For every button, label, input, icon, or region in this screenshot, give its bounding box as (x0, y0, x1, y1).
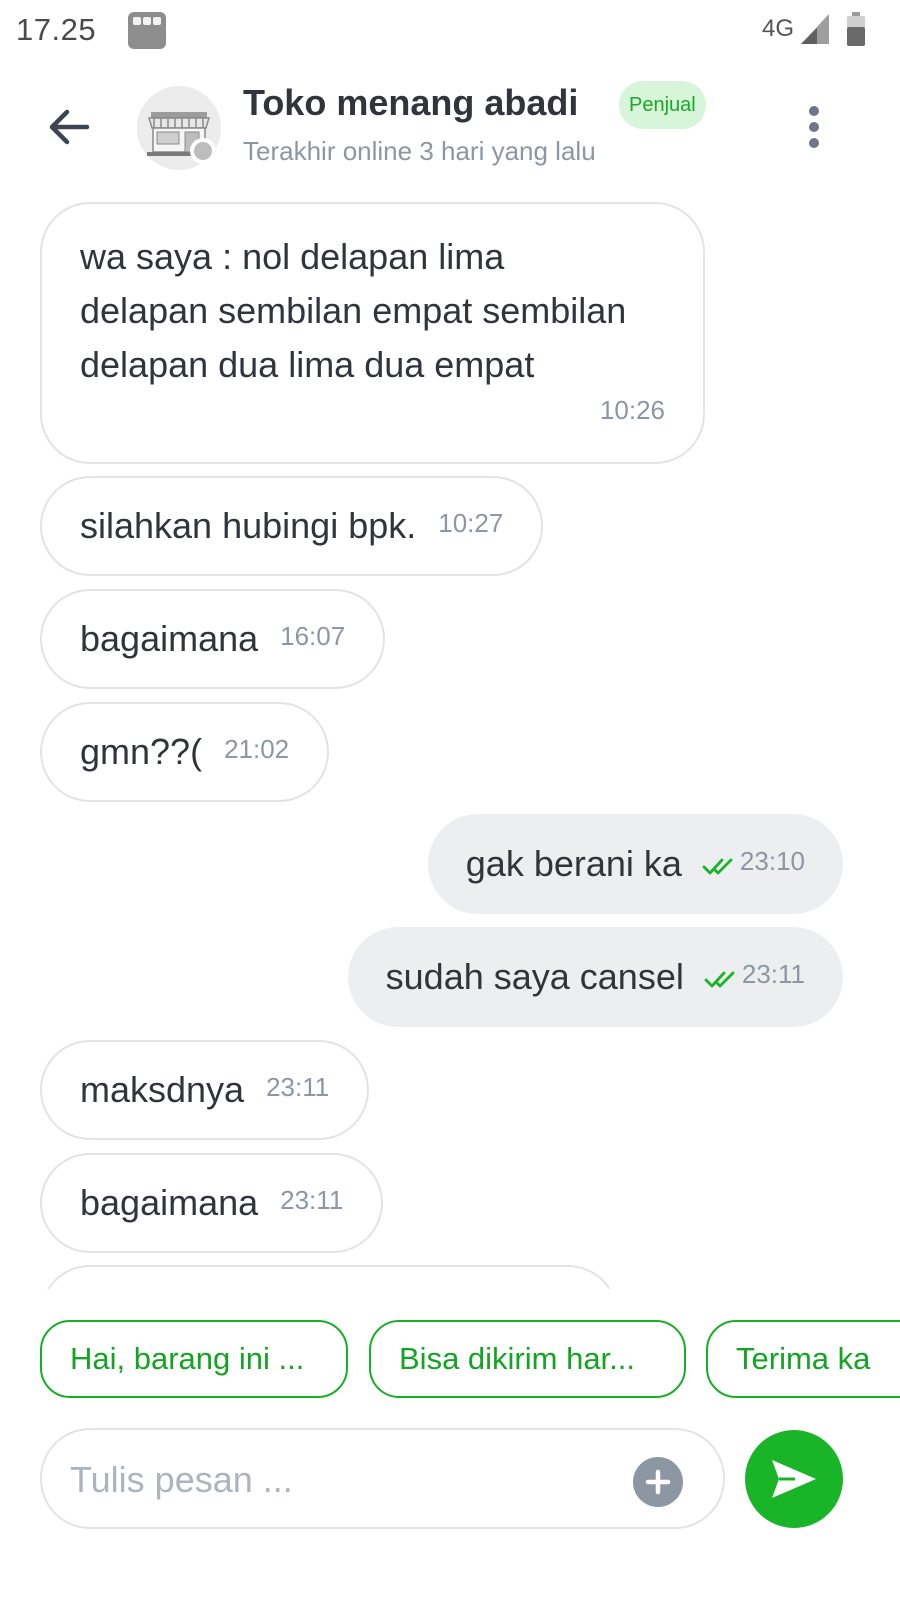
quick-reply-bar: Hai, barang ini ... Bisa dikirim har... … (0, 1320, 900, 1398)
back-button[interactable] (42, 102, 96, 152)
status-bar: 17.25 4G (0, 0, 900, 62)
last-online-status: Terakhir online 3 hari yang lalu (243, 136, 596, 166)
message-time: 23:11 (280, 1184, 344, 1215)
message-bubble-incoming[interactable]: silahkan hubingi bpk. 10:27 (40, 476, 544, 576)
status-time: 17.25 (16, 12, 97, 47)
message-bubble-incoming[interactable]: wa saya : nol delapan lima delapan sembi… (40, 202, 705, 464)
notification-app-icon (128, 12, 166, 49)
online-status-dot (190, 138, 216, 164)
chat-message-list[interactable]: wa saya : nol delapan lima delapan sembi… (0, 196, 900, 1289)
message-bubble-outgoing[interactable]: sudah saya cansel 23:11 (347, 927, 843, 1027)
double-check-icon (704, 956, 736, 998)
message-time: 23:10 (739, 845, 805, 876)
message-bubble-incoming[interactable]: bagaimana 23:11 (40, 1153, 384, 1253)
message-bubble-outgoing[interactable]: gak berani ka 23:10 (427, 814, 843, 914)
message-text: silahkan hubingi bpk. (80, 505, 417, 546)
send-icon (772, 1460, 816, 1498)
message-input[interactable] (70, 1450, 610, 1510)
more-menu-button[interactable] (796, 102, 832, 152)
message-time: 10:27 (438, 507, 504, 538)
message-text: gak berani ka (465, 843, 682, 884)
network-type: 4G (762, 15, 795, 42)
double-check-icon (702, 843, 734, 885)
signal-icon (801, 14, 829, 49)
plus-icon (645, 1469, 671, 1495)
message-bubble-incoming-partial[interactable] (40, 1265, 618, 1289)
arrow-left-icon (49, 109, 90, 145)
message-composer (40, 1428, 725, 1529)
menu-dot (809, 138, 819, 148)
message-time: 23:11 (266, 1071, 330, 1102)
quick-reply-chip[interactable]: Terima ka (706, 1320, 900, 1398)
send-button[interactable] (745, 1430, 843, 1528)
message-time: 21:02 (224, 733, 290, 764)
chat-header: Toko menang abadi Penjual Terakhir onlin… (0, 62, 900, 194)
message-text: bagaimana (80, 618, 259, 659)
message-text: sudah saya cansel (385, 956, 684, 997)
message-text: bagaimana (80, 1182, 259, 1223)
shop-name[interactable]: Toko menang abadi (243, 82, 578, 124)
message-time: 16:07 (280, 620, 346, 651)
message-bubble-incoming[interactable]: maksdnya 23:11 (40, 1040, 370, 1140)
message-text: wa saya : nol delapan lima delapan sembi… (80, 236, 627, 385)
quick-reply-chip[interactable]: Hai, barang ini ... (40, 1320, 348, 1398)
battery-icon (846, 12, 866, 46)
message-text: gmn??( (80, 731, 203, 772)
more-vertical-icon (809, 106, 819, 116)
message-time: 23:11 (741, 958, 805, 989)
message-time: 10:26 (599, 395, 665, 425)
message-bubble-incoming[interactable]: bagaimana 16:07 (40, 589, 386, 689)
seller-badge: Penjual (619, 81, 706, 129)
attach-button[interactable] (633, 1457, 683, 1507)
menu-dot (809, 122, 819, 132)
quick-reply-chip[interactable]: Bisa dikirim har... (369, 1320, 686, 1398)
message-bubble-incoming[interactable]: gmn??( 21:02 (40, 702, 330, 802)
message-text: maksdnya (80, 1069, 245, 1110)
